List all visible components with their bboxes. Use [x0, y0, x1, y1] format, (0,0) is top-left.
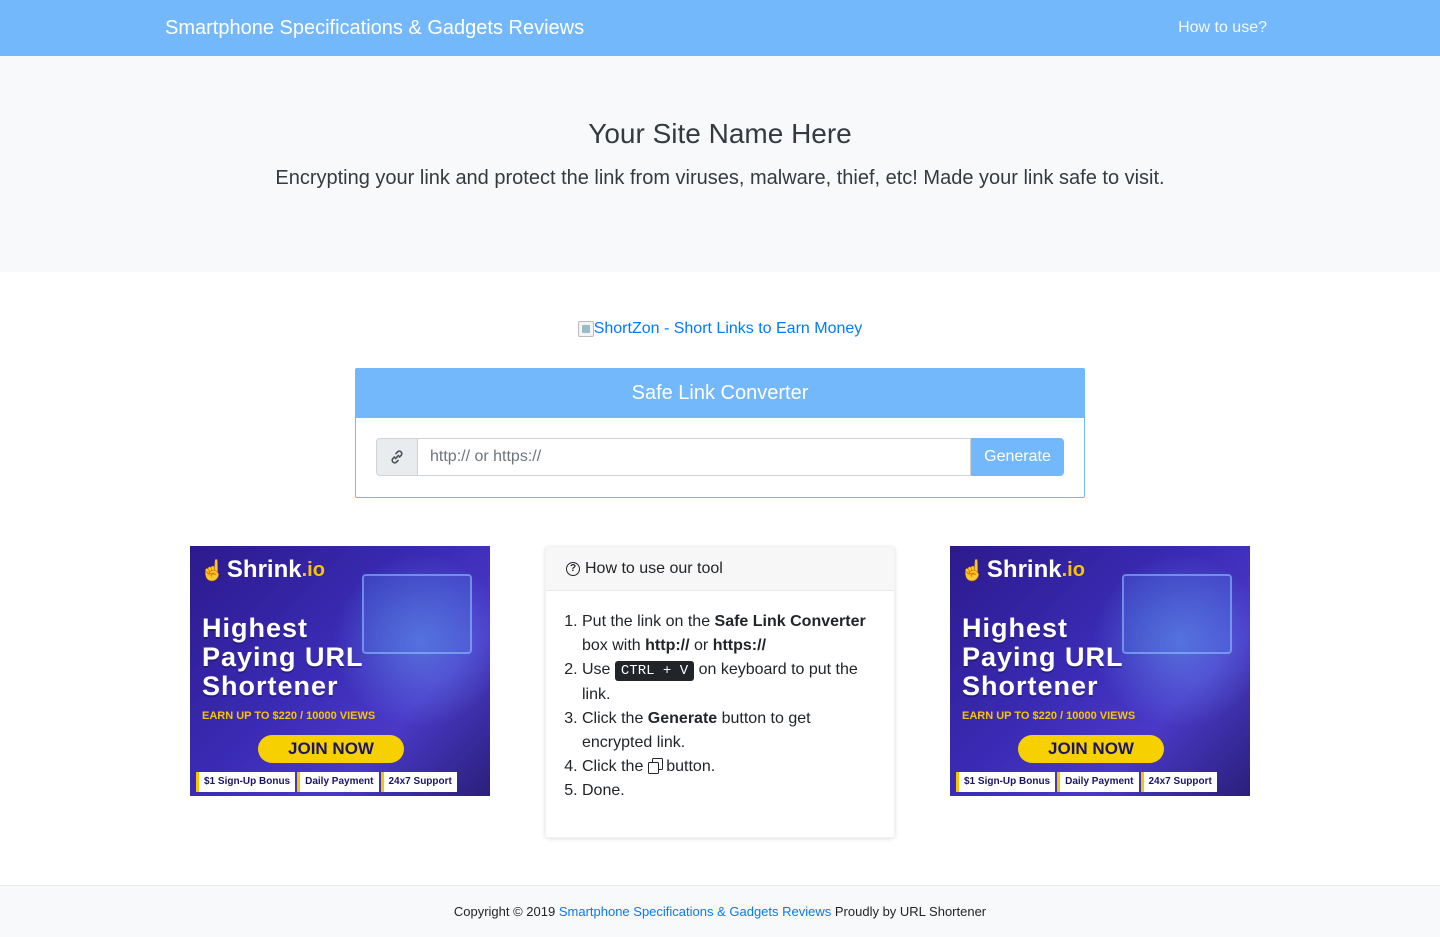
converter-form: Generate — [356, 418, 1084, 497]
shortzon-banner-link[interactable]: ShortZon - Short Links to Earn Money — [577, 320, 863, 338]
page-title: Your Site Name Here — [588, 118, 852, 149]
footer-site-link[interactable]: Smartphone Specifications & Gadgets Revi… — [559, 904, 831, 919]
page-footer: Copyright © 2019 Smartphone Specificatio… — [0, 885, 1440, 937]
how-to-header: ? How to use our tool — [546, 547, 894, 591]
list-item: Done. — [582, 779, 874, 803]
shrinkme-ad-right[interactable]: ☝ Shrink .io Highest Paying URL Shortener… — [950, 546, 1250, 796]
proudly-text: Proudly by URL Shortener — [831, 904, 987, 919]
copyright-text: Copyright © 2019 — [453, 904, 559, 919]
ad-subtext: EARN UP TO $220 / 10000 VIEWS — [962, 710, 1136, 722]
url-input[interactable] — [417, 438, 971, 476]
list-item: Use CTRL + V on keyboard to put the link… — [582, 658, 874, 707]
ad-perks: $1 Sign-Up Bonus Daily Payment 24x7 Supp… — [956, 772, 1244, 792]
safe-link-converter: Safe Link Converter Generate — [355, 368, 1085, 498]
ad-join-button: JOIN NOW — [1018, 735, 1164, 763]
how-to-card: ? How to use our tool Put the link on th… — [545, 546, 895, 838]
shrinkme-ad-left[interactable]: ☝ Shrink .io Highest Paying URL Shortener… — [190, 546, 490, 796]
how-to-steps: Put the link on the Safe Link Converter … — [582, 610, 874, 803]
banner-container: ShortZon - Short Links to Earn Money — [0, 320, 1440, 346]
ad-perks: $1 Sign-Up Bonus Daily Payment 24x7 Supp… — [196, 772, 484, 792]
pointer-hand-icon: ☝ — [960, 559, 985, 582]
how-to-use-link[interactable]: How to use? — [1178, 19, 1267, 37]
list-item: Click the button. — [582, 755, 874, 779]
broken-image-icon — [577, 321, 594, 337]
content-row: ☝ Shrink .io Highest Paying URL Shortener… — [0, 498, 1440, 838]
ad-illustration — [1122, 574, 1232, 654]
generate-button[interactable]: Generate — [971, 438, 1064, 476]
how-to-title: How to use our tool — [585, 559, 723, 577]
copy-icon — [647, 758, 663, 774]
banner-alt-text: ShortZon - Short Links to Earn Money — [593, 320, 863, 337]
keyboard-shortcut: CTRL + V — [614, 661, 695, 681]
page-subtitle: Encrypting your link and protect the lin… — [275, 167, 1165, 189]
converter-title: Safe Link Converter — [356, 369, 1084, 418]
ad-headline: Highest Paying URL Shortener — [202, 613, 364, 701]
list-item: Click the Generate button to get encrypt… — [582, 707, 874, 755]
site-brand-link[interactable]: Smartphone Specifications & Gadgets Revi… — [165, 17, 584, 40]
ad-subtext: EARN UP TO $220 / 10000 VIEWS — [202, 710, 376, 722]
ad-logo: ☝ Shrink .io — [960, 556, 1085, 583]
hero-section: Your Site Name Here Encrypting your link… — [0, 56, 1440, 272]
link-icon — [376, 438, 417, 476]
ad-join-button: JOIN NOW — [258, 735, 404, 763]
ad-logo: ☝ Shrink .io — [200, 556, 325, 583]
ad-illustration — [362, 574, 472, 654]
list-item: Put the link on the Safe Link Converter … — [582, 610, 874, 658]
top-navbar: Smartphone Specifications & Gadgets Revi… — [0, 0, 1440, 56]
ad-headline: Highest Paying URL Shortener — [962, 613, 1124, 701]
question-circle-icon: ? — [566, 561, 580, 576]
how-to-body: Put the link on the Safe Link Converter … — [546, 591, 894, 803]
pointer-hand-icon: ☝ — [200, 559, 225, 582]
